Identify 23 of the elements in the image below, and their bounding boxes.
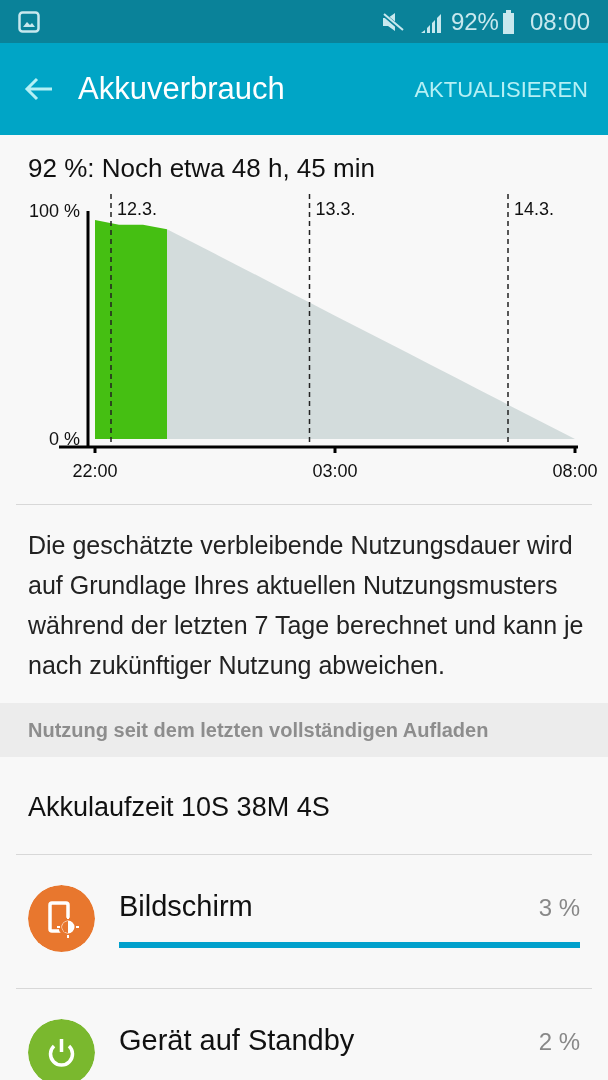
usage-percent: 3 %	[538, 892, 580, 923]
app-name: Gerät auf Standby	[119, 1022, 355, 1058]
date-label: 12.3.	[117, 199, 158, 219]
date-label: 14.3.	[514, 199, 555, 219]
screen-title: Akkuverbrauch	[78, 69, 286, 108]
x-tick-label: 03:00	[312, 461, 358, 481]
battery-uptime: Akkulaufzeit 10S 38M 4S	[27, 791, 331, 824]
y-tick-label: 0 %	[48, 429, 80, 449]
battery-summary: 92 %: Noch etwa 48 h, 45 min	[27, 152, 376, 185]
x-tick-label: 22:00	[72, 461, 118, 481]
date-label: 13.3.	[315, 199, 356, 219]
battery-percent: 92%	[450, 6, 499, 37]
usage-percent: 2 %	[538, 1026, 580, 1057]
battery-icon	[502, 9, 514, 34]
back-button[interactable]	[24, 76, 54, 102]
x-tick-label: 08:00	[552, 461, 598, 481]
picture-notification-icon	[18, 10, 40, 33]
app-name: Bildschirm	[119, 888, 253, 924]
clock: 08:00	[529, 6, 590, 37]
y-tick-label: 100 %	[28, 201, 80, 221]
refresh-button[interactable]: AKTUALISIEREN	[414, 72, 588, 106]
section-header: Nutzung seit dem letzten vollständigen Aufladen	[0, 703, 608, 757]
mute-icon	[380, 10, 405, 33]
